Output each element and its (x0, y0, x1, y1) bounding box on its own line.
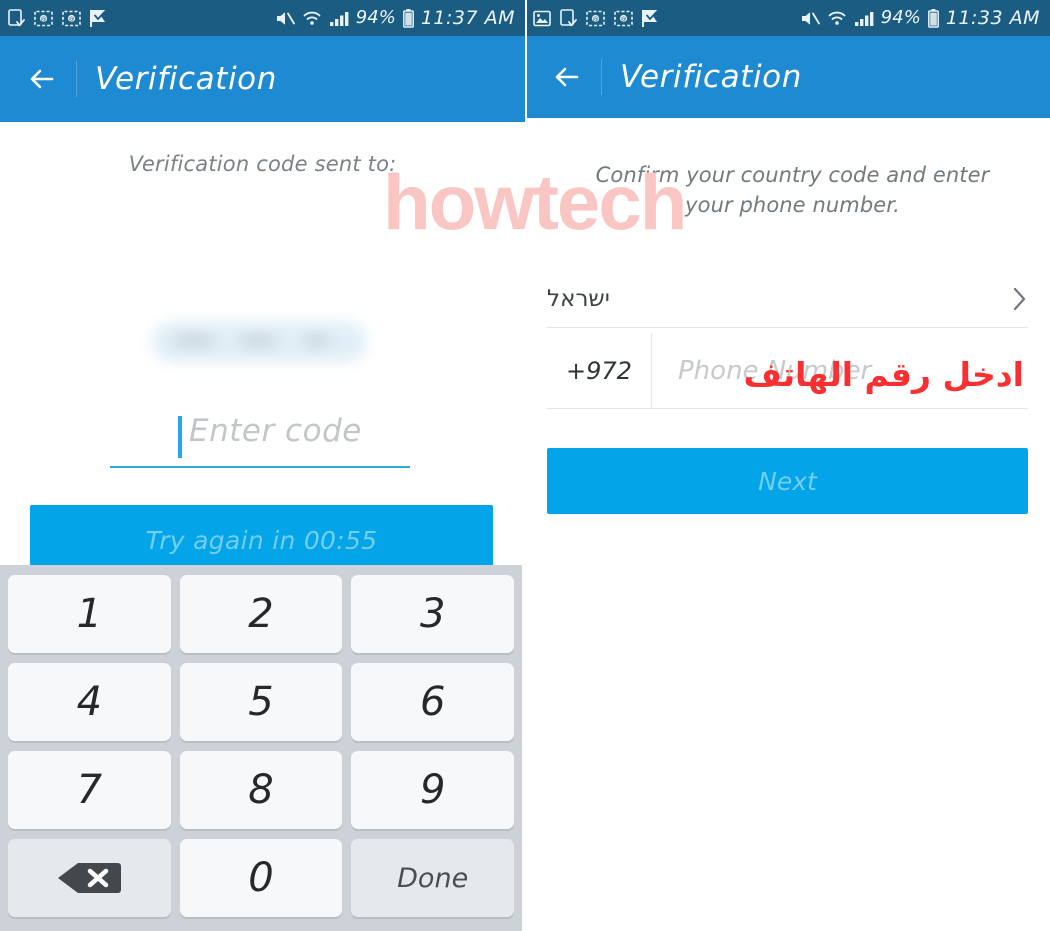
key-4[interactable]: 4 (8, 663, 171, 741)
mute-icon (276, 11, 295, 25)
left-battery-percent: 94% (355, 7, 396, 28)
key-7[interactable]: 7 (8, 751, 171, 829)
right-content-area: Confirm your country code and enter your… (525, 118, 1050, 931)
left-status-indicators: 94% 11:37 AM (275, 6, 515, 29)
key-8[interactable]: 8 (179, 751, 343, 829)
key-done[interactable]: Done (351, 839, 514, 917)
numeric-keypad: 1 2 3 4 5 6 7 8 9 0 Done (0, 565, 522, 931)
app-bar-divider (76, 61, 77, 97)
wifi-icon (303, 11, 321, 25)
country-code-value[interactable]: +972 (547, 333, 652, 408)
key-6[interactable]: 6 (351, 663, 514, 741)
screenshot-icon: @ (34, 10, 53, 26)
right-battery-percent: 94% (880, 7, 921, 28)
masked-phone-number (152, 322, 367, 362)
key-2[interactable]: 2 (179, 575, 343, 653)
key-5[interactable]: 5 (179, 663, 343, 741)
right-page-title: Verification (620, 58, 802, 95)
phone-number-row[interactable]: +972 Phone Number ادخل رقم الهاتف (547, 333, 1028, 409)
document-download-icon (8, 8, 25, 26)
key-backspace[interactable] (8, 839, 171, 917)
right-status-bar: @ @ 94% 11:33 AM (525, 0, 1050, 36)
country-selector-row[interactable]: ישראל (547, 270, 1028, 328)
left-content-area: Verification code sent to: Enter code Tr… (0, 122, 525, 576)
svg-text:@: @ (621, 16, 627, 23)
right-clock: 11:33 AM (945, 6, 1040, 29)
back-arrow-icon[interactable] (22, 59, 62, 99)
svg-text:@: @ (41, 16, 47, 23)
image-icon (533, 10, 551, 26)
right-status-icons: @ @ (533, 8, 660, 28)
back-arrow-icon[interactable] (547, 57, 587, 97)
mute-icon (801, 11, 820, 25)
svg-text:@: @ (69, 16, 75, 23)
right-status-indicators: 94% 11:33 AM (800, 6, 1040, 29)
country-name: ישראל (547, 285, 610, 312)
text-caret (178, 416, 182, 458)
left-status-bar: @ @ 94% 11:37 AM (0, 0, 525, 36)
key-0[interactable]: 0 (179, 839, 343, 917)
left-page-title: Verification (95, 60, 277, 97)
code-sent-label: Verification code sent to: (128, 152, 397, 176)
phone-entry-hint: Confirm your country code and enter your… (595, 163, 990, 217)
svg-text:@: @ (593, 16, 599, 23)
key-9[interactable]: 9 (351, 751, 514, 829)
backspace-icon (58, 863, 122, 893)
right-phone-screen: @ @ 94% 11:33 AM Verification Confirm yo… (525, 0, 1050, 931)
right-app-bar: Verification (525, 36, 1050, 118)
wifi-icon (828, 11, 846, 25)
next-button[interactable]: Next (547, 448, 1028, 514)
screenshot-root: @ @ 94% 11:37 AM Verification Verificati… (0, 0, 1050, 931)
screenshot-icon: @ (62, 10, 81, 26)
signal-bars-icon (854, 11, 874, 26)
verification-code-input[interactable]: Enter code (110, 413, 410, 468)
screenshot-icon: @ (614, 10, 633, 26)
left-app-bar: Verification (0, 36, 525, 122)
signal-bars-icon (329, 11, 349, 26)
key-1[interactable]: 1 (8, 575, 171, 653)
key-3[interactable]: 3 (351, 575, 514, 653)
left-phone-screen: @ @ 94% 11:37 AM Verification Verificati… (0, 0, 525, 931)
chevron-right-icon (1012, 286, 1028, 312)
arabic-annotation: ادخل رقم الهاتف (743, 355, 1024, 394)
flag-check-icon (642, 9, 657, 27)
screenshot-icon: @ (586, 10, 605, 26)
battery-icon (402, 8, 414, 28)
left-clock: 11:37 AM (420, 6, 515, 29)
document-download-icon (560, 8, 577, 26)
flag-check-icon (90, 9, 105, 27)
battery-icon (927, 8, 939, 28)
left-status-icons: @ @ (8, 8, 108, 28)
app-bar-divider (601, 59, 602, 95)
code-input-placeholder: Enter code (189, 413, 362, 449)
